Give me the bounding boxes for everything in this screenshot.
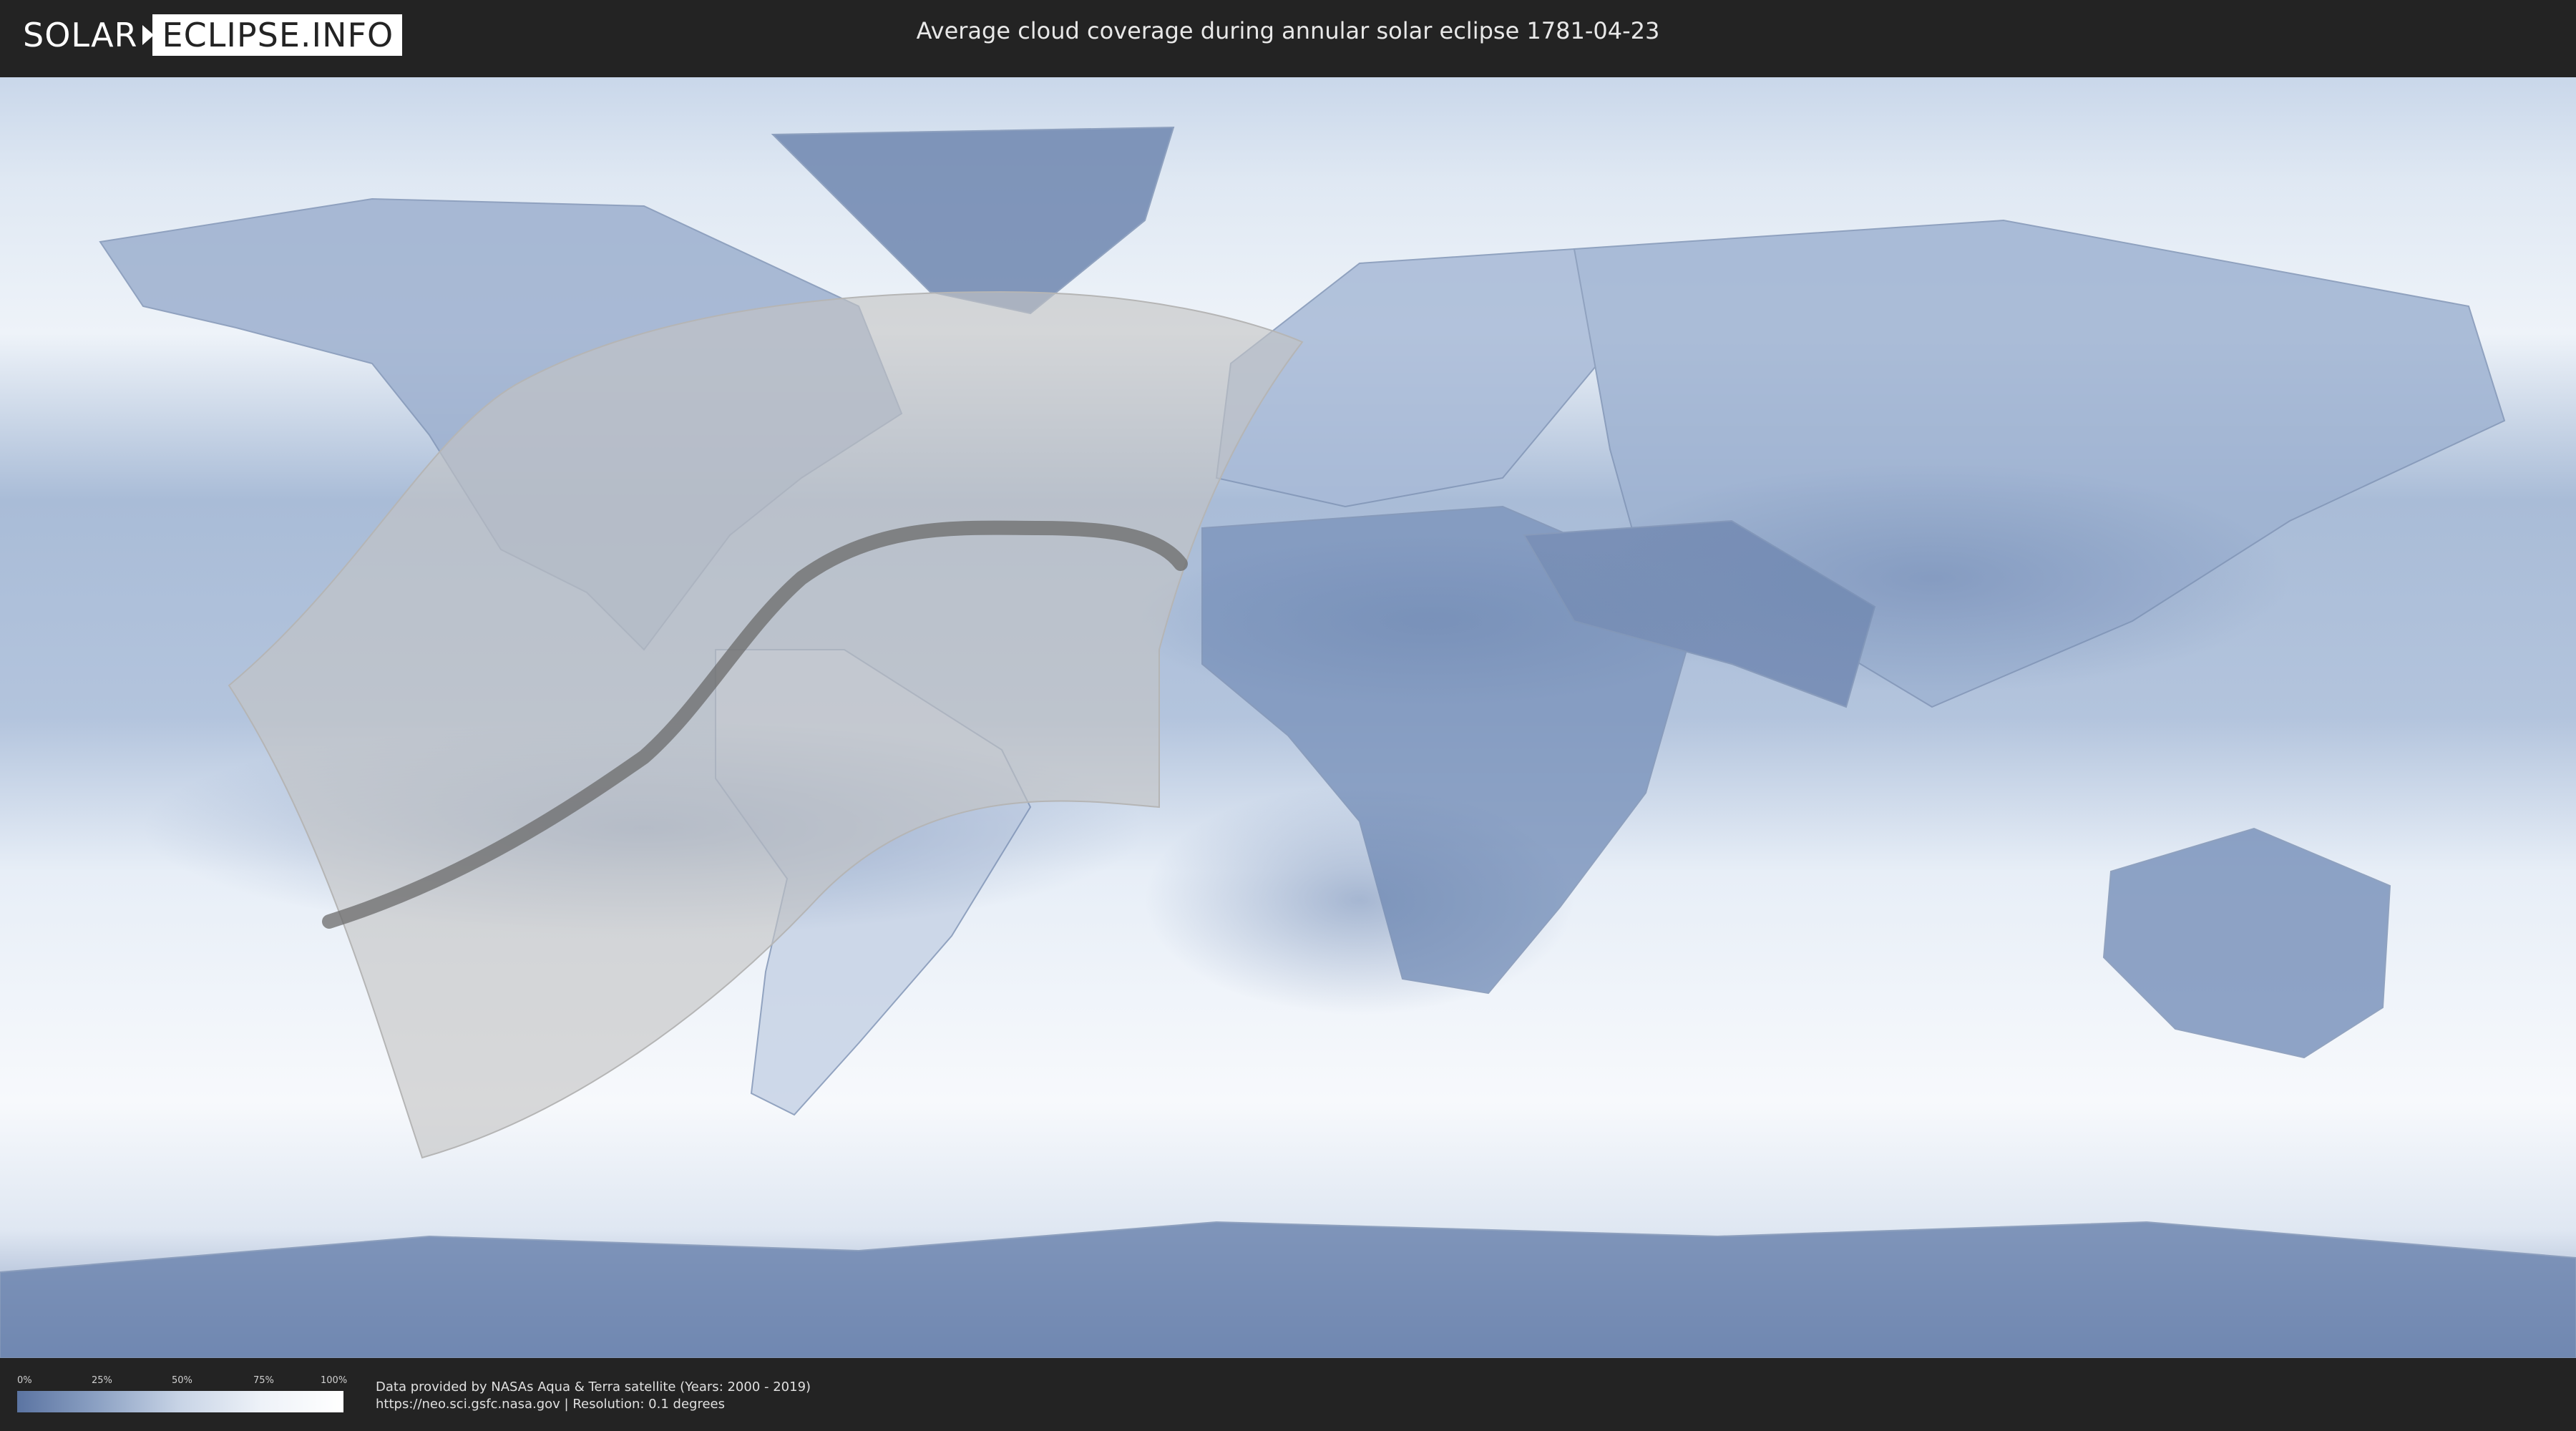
legend-tick-100: 100% bbox=[321, 1375, 348, 1386]
data-source-credit: Data provided by NASAs Aqua & Terra sate… bbox=[376, 1379, 811, 1395]
legend-tick-50: 50% bbox=[172, 1375, 192, 1386]
cloud-coverage-legend-bar bbox=[17, 1391, 343, 1412]
antarctica bbox=[0, 1221, 2576, 1358]
header-bar: SOLAR ECLIPSE.INFO Average cloud coverag… bbox=[0, 0, 2576, 72]
page-title: Average cloud coverage during annular so… bbox=[916, 17, 1660, 44]
legend-tick-25: 25% bbox=[92, 1375, 112, 1386]
data-source-url[interactable]: https://neo.sci.gsfc.nasa.gov | Resoluti… bbox=[376, 1397, 725, 1412]
legend-tick-0: 0% bbox=[17, 1375, 32, 1386]
legend-tick-75: 75% bbox=[253, 1375, 274, 1386]
footer-bar bbox=[0, 1358, 2576, 1431]
cloud-coverage-map bbox=[0, 77, 2576, 1358]
